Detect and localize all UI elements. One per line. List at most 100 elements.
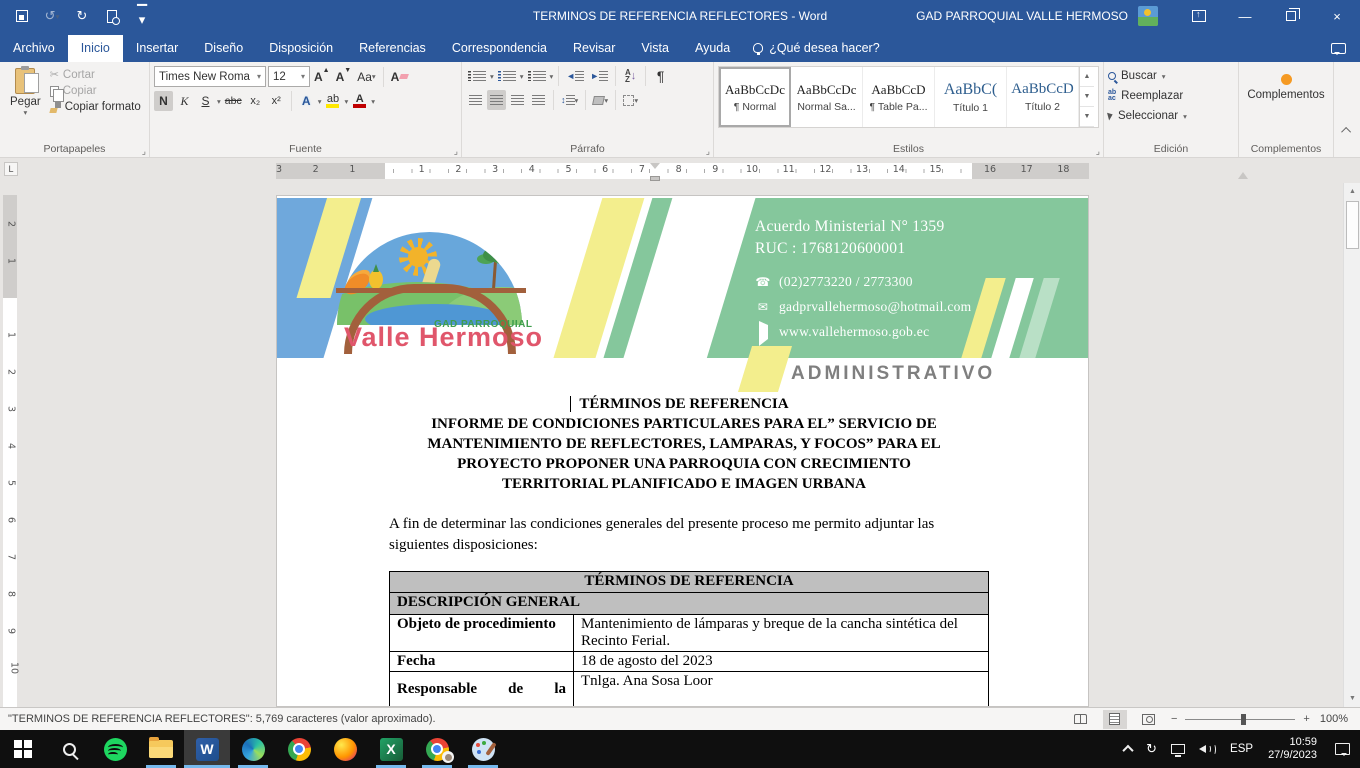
tab-inicio[interactable]: Inicio	[68, 35, 123, 62]
style-titulo-1[interactable]: AaBbC(Título 1	[935, 67, 1007, 127]
style-normal-sa[interactable]: AaBbCcDcNormal Sa...	[791, 67, 863, 127]
replace-button[interactable]: abacReemplazar	[1108, 86, 1234, 106]
shading-button[interactable]: ▾	[591, 90, 610, 110]
tab-insertar[interactable]: Insertar	[123, 35, 191, 62]
copy-button[interactable]: Copiar	[47, 83, 144, 99]
zoom-slider-thumb[interactable]	[1241, 714, 1246, 725]
bullet-list-button[interactable]	[466, 66, 488, 86]
subscript-button[interactable]: x₂	[246, 91, 265, 111]
clock[interactable]: 10:59 27/9/2023	[1260, 736, 1325, 762]
taskbar-chrome-profile[interactable]	[414, 730, 460, 768]
font-color-button[interactable]: A	[350, 91, 369, 111]
sort-button[interactable]: AZ↓	[621, 66, 640, 86]
addins-button[interactable]: Complementos	[1243, 66, 1329, 103]
strikethrough-button[interactable]: abc	[223, 91, 244, 111]
text-effects-button[interactable]: A	[297, 91, 316, 111]
highlight-button[interactable]: ab	[323, 91, 342, 111]
taskbar-search[interactable]	[46, 730, 92, 768]
tab-correspondencia[interactable]: Correspondencia	[439, 35, 560, 62]
paste-button[interactable]: Pegar▾	[4, 66, 47, 119]
zoom-out-icon[interactable]: −	[1171, 713, 1177, 725]
tab-disposicion[interactable]: Disposición	[256, 35, 346, 62]
print-layout-icon[interactable]	[1103, 710, 1127, 729]
tell-me-box[interactable]: ¿Qué desea hacer?	[743, 35, 890, 62]
horizontal-ruler[interactable]: 321 123456789101112131415 161718	[276, 163, 1089, 179]
numbered-list-dropdown[interactable]: ▾	[520, 72, 524, 81]
customize-qat-icon[interactable]: ▔▾	[134, 8, 150, 24]
right-indent-marker[interactable]	[1238, 172, 1248, 179]
scroll-up-icon[interactable]: ▲	[1344, 183, 1360, 200]
tab-archivo[interactable]: Archivo	[0, 35, 68, 62]
language-indicator[interactable]: ESP	[1223, 730, 1260, 768]
font-family-select[interactable]: Times New Roma▾	[154, 66, 266, 87]
italic-button[interactable]: K	[175, 91, 194, 111]
account-avatar[interactable]	[1138, 6, 1158, 26]
read-mode-icon[interactable]	[1069, 710, 1093, 729]
style-titulo-2[interactable]: AaBbCcDTítulo 2	[1007, 67, 1079, 127]
zoom-slider[interactable]	[1185, 719, 1295, 720]
collapse-ribbon-button[interactable]	[1334, 62, 1360, 140]
reference-table[interactable]: TÉRMINOS DE REFERENCIA DESCRIPCIÓN GENER…	[389, 571, 989, 707]
scrollbar-thumb[interactable]	[1346, 201, 1359, 249]
tab-referencias[interactable]: Referencias	[346, 35, 439, 62]
align-left-button[interactable]	[466, 90, 485, 110]
network-icon[interactable]	[1164, 730, 1192, 768]
style-table-pa[interactable]: AaBbCcD¶ Table Pa...	[863, 67, 935, 127]
tray-sync-icon[interactable]: ↻	[1139, 730, 1164, 768]
save-icon[interactable]	[14, 8, 30, 24]
increase-indent-button[interactable]: ►	[588, 66, 610, 86]
intro-paragraph[interactable]: A fin de determinar las condiciones gene…	[389, 514, 981, 556]
tab-selector[interactable]: L	[4, 162, 18, 176]
select-button[interactable]: Seleccionar▾	[1108, 106, 1234, 126]
decrease-indent-button[interactable]: ◄	[564, 66, 586, 86]
highlight-dropdown[interactable]: ▾	[344, 97, 348, 106]
styles-launcher-icon[interactable]: ⌟	[1096, 148, 1100, 154]
tab-revisar[interactable]: Revisar	[560, 35, 628, 62]
web-layout-icon[interactable]	[1137, 710, 1161, 729]
account-name[interactable]: GAD PARROQUIAL VALLE HERMOSO	[916, 9, 1128, 23]
styles-more-icon[interactable]: ▼	[1080, 107, 1094, 127]
zoom-level[interactable]: 100%	[1320, 713, 1348, 725]
taskbar-spotify[interactable]	[92, 730, 138, 768]
justify-button[interactable]	[529, 90, 548, 110]
line-spacing-button[interactable]: ↕▾	[559, 90, 580, 110]
bold-button[interactable]: N	[154, 91, 173, 111]
font-color-dropdown[interactable]: ▾	[371, 97, 375, 106]
ribbon-display-options-icon[interactable]	[1176, 0, 1222, 32]
taskbar-explorer[interactable]	[138, 730, 184, 768]
minimize-icon[interactable]: —	[1222, 0, 1268, 32]
cut-button[interactable]: ✂Cortar	[47, 66, 144, 83]
taskbar-chrome[interactable]	[276, 730, 322, 768]
scroll-down-icon[interactable]: ▼	[1344, 690, 1360, 707]
clipboard-launcher-icon[interactable]: ⌟	[142, 148, 146, 154]
zoom-in-icon[interactable]: +	[1303, 713, 1309, 725]
tab-ayuda[interactable]: Ayuda	[682, 35, 743, 62]
taskbar-firefox[interactable]	[322, 730, 368, 768]
font-launcher-icon[interactable]: ⌟	[454, 148, 458, 154]
tab-vista[interactable]: Vista	[628, 35, 682, 62]
align-right-button[interactable]	[508, 90, 527, 110]
align-center-button[interactable]	[487, 90, 506, 110]
print-preview-icon[interactable]	[104, 8, 120, 24]
first-line-indent-marker[interactable]	[650, 163, 660, 169]
left-indent-marker[interactable]	[650, 176, 660, 181]
bullet-list-dropdown[interactable]: ▾	[490, 72, 494, 81]
vertical-ruler[interactable]: 21 12345678910	[0, 195, 20, 707]
redo-icon[interactable]: ↻	[74, 8, 90, 24]
vertical-scrollbar[interactable]: ▲ ▼	[1343, 183, 1360, 707]
style-normal[interactable]: AaBbCcDc¶ Normal	[719, 67, 791, 127]
find-button[interactable]: Buscar▾	[1108, 66, 1234, 86]
start-button[interactable]	[0, 730, 46, 768]
restore-icon[interactable]	[1268, 0, 1314, 32]
tray-expand-icon[interactable]	[1117, 730, 1139, 768]
speaker-icon[interactable]	[1192, 730, 1223, 768]
action-center-icon[interactable]	[1335, 743, 1350, 755]
document-page[interactable]: Acuerdo Ministerial N° 1359 RUC : 176812…	[276, 195, 1089, 707]
document-title[interactable]: TÉRMINOS DE REFERENCIA INFORME DE CONDIC…	[389, 394, 979, 494]
font-size-select[interactable]: 12▾	[268, 66, 310, 87]
taskbar-paint[interactable]	[460, 730, 506, 768]
borders-button[interactable]: ▾	[621, 90, 640, 110]
status-message[interactable]: "TERMINOS DE REFERENCIA REFLECTORES": 5,…	[0, 713, 436, 725]
underline-button[interactable]: S	[196, 91, 215, 111]
multilevel-list-button[interactable]	[526, 66, 548, 86]
